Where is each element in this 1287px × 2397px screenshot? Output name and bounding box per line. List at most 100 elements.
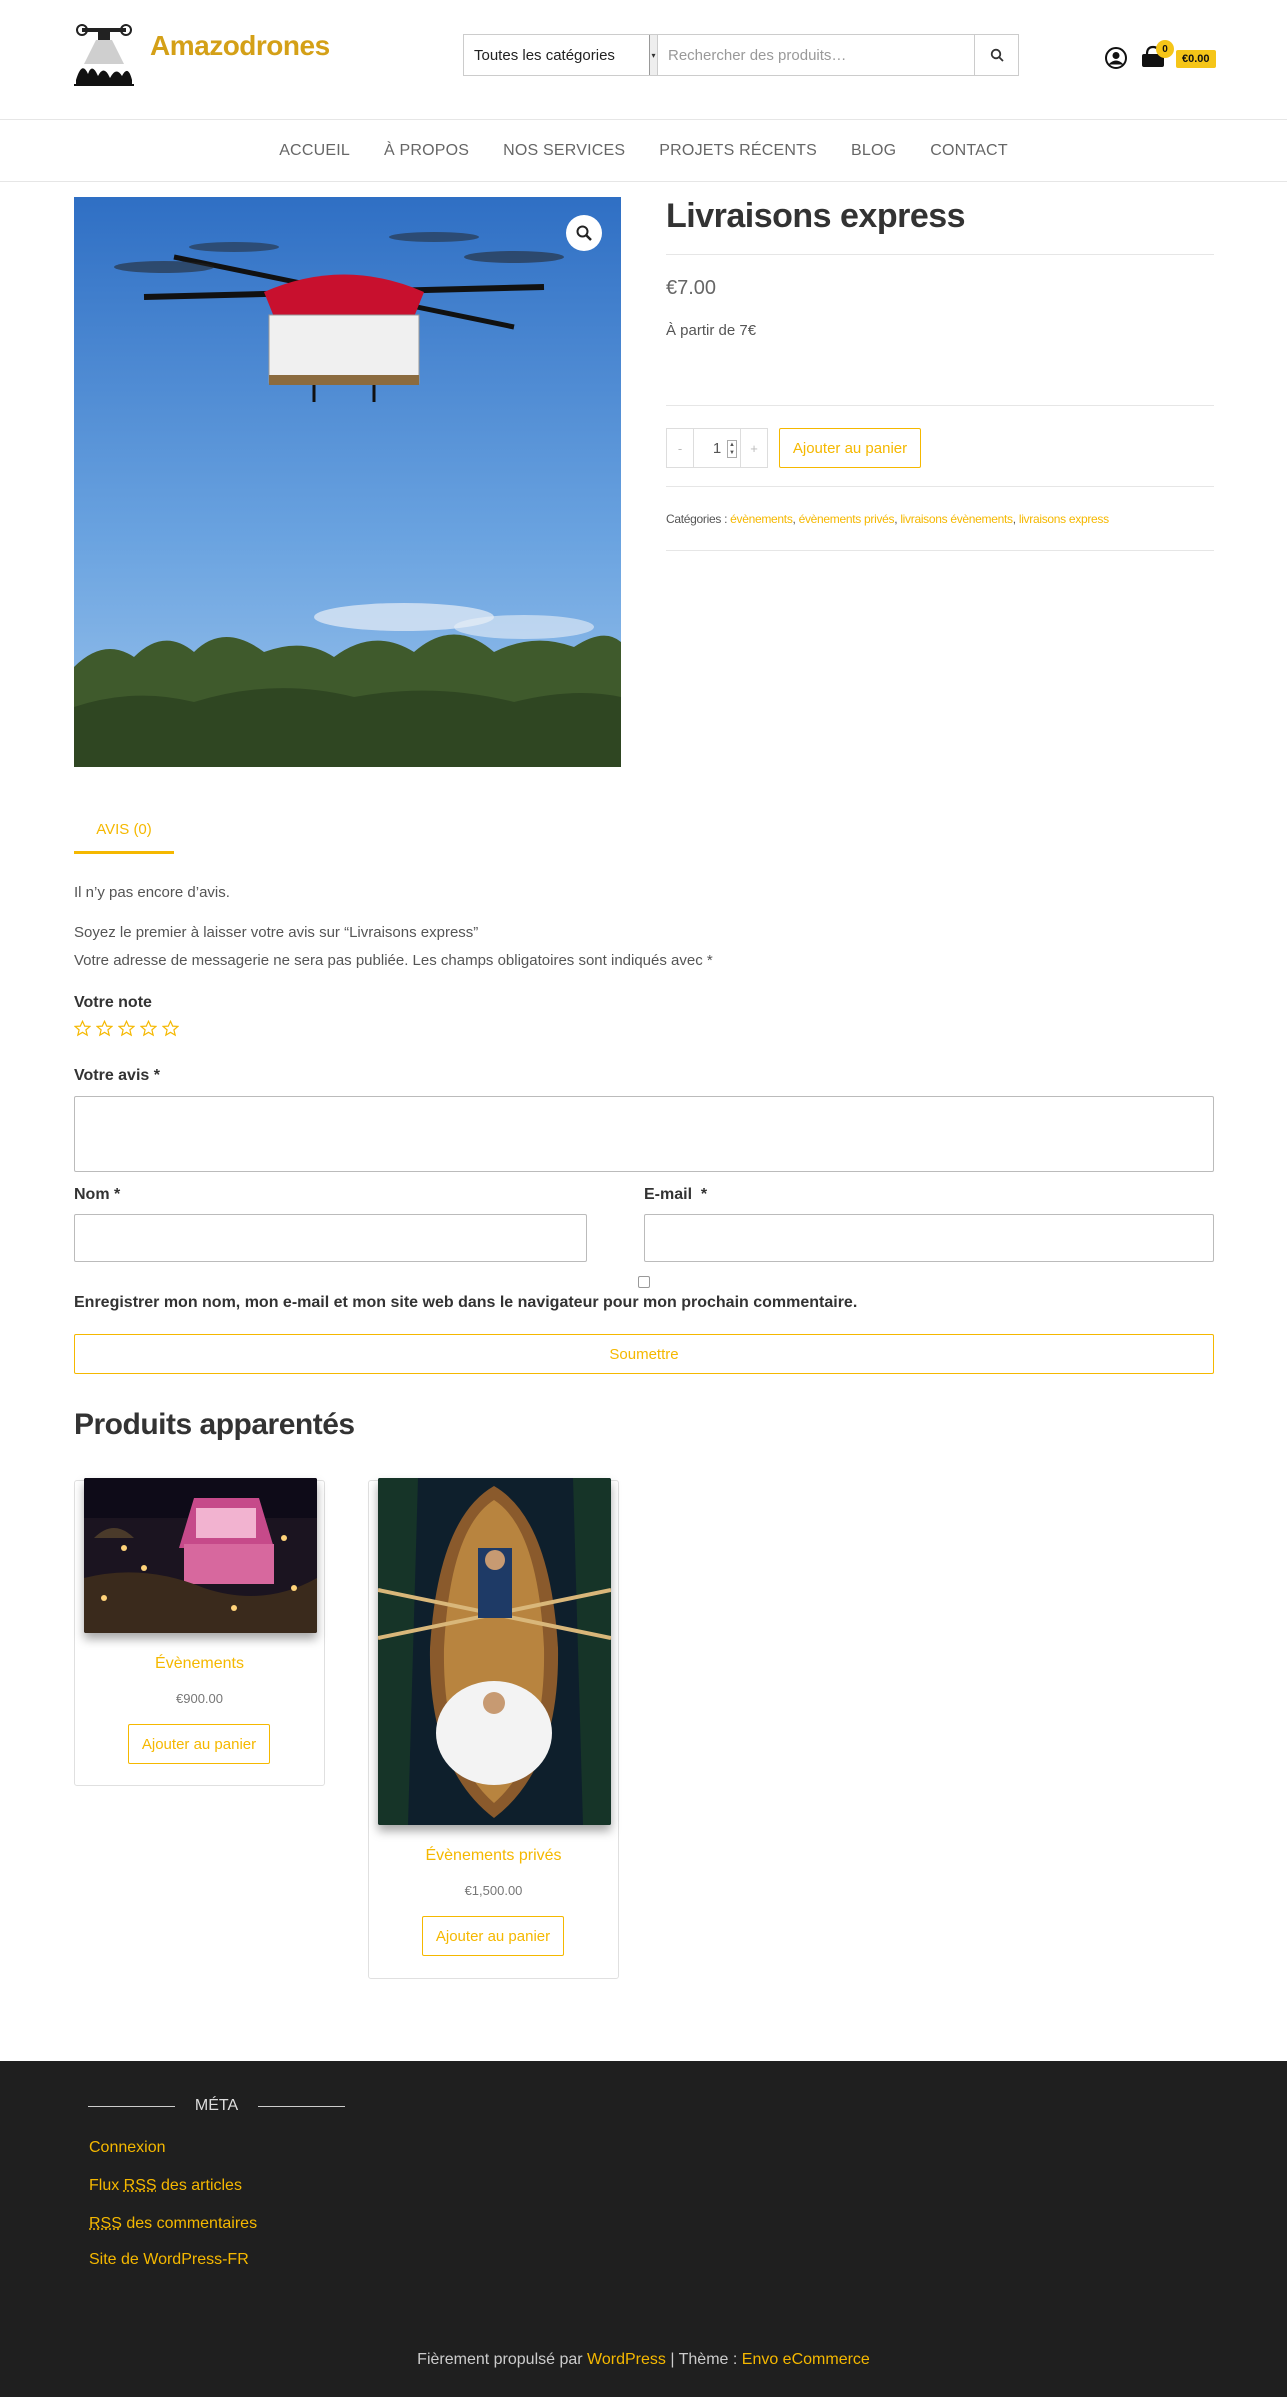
related-product-name[interactable]: Évènements privés [369,1847,618,1865]
site-branding[interactable]: Amazodrones [72,24,330,90]
email-label: E-mail * [644,1186,707,1204]
wedding-photo [378,1478,611,1825]
related-product-price: €900.00 [176,1691,223,1706]
footer-link-text: des commentaires [121,2215,258,2232]
rss-abbr: RSS [123,2177,157,2194]
related-add-to-cart-button[interactable]: Ajouter au panier [422,1916,564,1956]
search-icon [990,48,1004,62]
related-product-card: Évènements €900.00 Ajouter au panier [74,1478,325,1786]
required-mark: * [700,1186,708,1203]
quantity-value: 1 [712,439,722,457]
wordpress-link[interactable]: WordPress [587,2351,666,2368]
email-field[interactable] [644,1214,1214,1262]
product-price: €7.00 [666,277,717,299]
related-product-name[interactable]: Évènements [75,1655,324,1673]
footer-link-text: Flux [89,2177,124,2194]
comment-notes: Votre adresse de messagerie ne sera pas … [74,952,713,969]
star-icon[interactable] [74,1020,91,1037]
quantity-stepper: - 1 ▲ ▼ + [666,428,768,468]
cart-total[interactable]: €0.00 [1176,50,1216,68]
nav-item-nos-services[interactable]: NOS SERVICES [486,142,642,160]
site-header: Amazodrones Toutes les catégories ▾ Rech… [0,0,1287,120]
main-navigation: ACCUEIL À PROPOS NOS SERVICES PROJETS RÉ… [0,120,1287,182]
zoom-icon [576,225,592,241]
footer-link-text: Site de WordPress-FR [89,2251,249,2268]
rating-stars [74,1020,179,1037]
category-select[interactable]: Toutes les catégories ▾ [464,35,658,75]
required-mark: * [114,1186,121,1203]
meta-widget-title: MÉTA [88,2097,346,2115]
site-footer: MÉTA Connexion Flux RSS des articles RSS… [0,2061,1287,2397]
review-textarea[interactable] [74,1096,1214,1172]
meta-widget-title-text: MÉTA [194,2097,239,2114]
related-products-title: Produits apparentés [74,1408,355,1441]
footer-link-rss-articles[interactable]: Flux RSS des articles [89,2177,242,2195]
nav-item-a-propos[interactable]: À PROPOS [367,142,486,160]
category-link[interactable]: livraisons express [1019,512,1109,526]
category-link[interactable]: évènements [730,512,793,526]
logo-icon[interactable] [72,24,136,90]
footer-link-rss-comments[interactable]: RSS des commentaires [89,2215,257,2233]
spinner-icon[interactable]: ▲ ▼ [727,440,737,458]
name-field[interactable] [74,1214,587,1262]
consent-label: Enregistrer mon nom, mon e-mail et mon s… [74,1294,858,1311]
star-icon[interactable] [118,1020,135,1037]
required-mark: * [153,1067,160,1084]
quantity-increase-button[interactable]: + [741,429,767,467]
submit-button[interactable]: Soumettre [74,1334,1214,1374]
star-icon[interactable] [162,1020,179,1037]
no-reviews-text: Il n’y pas encore d’avis. [74,884,230,901]
footer-credits: Fièrement propulsé par WordPress | Thème… [0,2351,1287,2369]
credits-separator: | Thème : [665,2351,742,2368]
category-link[interactable]: livraisons évènements [900,512,1013,526]
star-icon[interactable] [140,1020,157,1037]
cart-count-badge[interactable]: 0 [1156,40,1174,58]
footer-link-login[interactable]: Connexion [89,2139,166,2157]
site-title[interactable]: Amazodrones [150,30,330,62]
footer-link-text: des articles [156,2177,242,2194]
nav-item-projets-recents[interactable]: PROJETS RÉCENTS [642,142,834,160]
review-label-text: Votre avis [74,1067,150,1084]
chevron-down-icon: ▾ [649,35,657,75]
footer-link-wordpress-fr[interactable]: Site de WordPress-FR [89,2251,249,2269]
rss-abbr: RSS [89,2215,122,2232]
nav-item-contact[interactable]: CONTACT [913,142,1025,160]
search-input[interactable]: Rechercher des produits… [658,35,974,75]
star-icon[interactable] [96,1020,113,1037]
related-product-price: €1,500.00 [464,1883,523,1898]
email-label-text: E-mail [644,1186,693,1203]
product-meta: Catégories : évènements, évènements priv… [666,487,1214,551]
event-photo [84,1478,317,1633]
categories-label: Catégories : [666,511,728,526]
review-label: Votre avis * [74,1067,160,1085]
add-to-cart-button[interactable]: Ajouter au panier [779,428,921,468]
add-to-cart-form: - 1 ▲ ▼ + Ajouter au panier [666,405,1214,487]
related-add-to-cart-button[interactable]: Ajouter au panier [128,1724,270,1764]
product-search-form: Toutes les catégories ▾ Rechercher des p… [463,34,1019,76]
credits-text: Fièrement propulsé par [417,2351,588,2368]
category-select-value: Toutes les catégories [474,46,615,64]
divider [258,2105,346,2107]
zoom-button[interactable] [566,215,602,251]
product-image[interactable] [74,197,621,767]
product-short-description: À partir de 7€ [666,322,757,339]
name-label-text: Nom [74,1186,110,1203]
user-icon[interactable] [1104,46,1128,70]
category-link[interactable]: évènements privés [799,512,895,526]
consent-checkbox[interactable] [638,1276,650,1288]
product-summary: Livraisons express €7.00 À partir de 7€ [666,197,1214,339]
tab-reviews[interactable]: AVIS (0) [74,810,174,854]
product-title: Livraisons express [666,197,1214,255]
divider [88,2105,175,2107]
nav-item-blog[interactable]: BLOG [834,142,913,160]
search-button[interactable] [974,35,1018,75]
quantity-input[interactable]: 1 ▲ ▼ [693,429,741,467]
reply-title: Soyez le premier à laisser votre avis su… [74,924,479,941]
quantity-decrease-button[interactable]: - [667,429,693,467]
footer-link-text: Connexion [89,2139,166,2156]
related-product-image[interactable] [378,1478,611,1825]
related-product-image[interactable] [84,1478,317,1633]
theme-link[interactable]: Envo eCommerce [742,2351,870,2368]
related-product-card: Évènements privés €1,500.00 Ajouter au p… [368,1478,619,1979]
nav-item-accueil[interactable]: ACCUEIL [262,142,367,160]
